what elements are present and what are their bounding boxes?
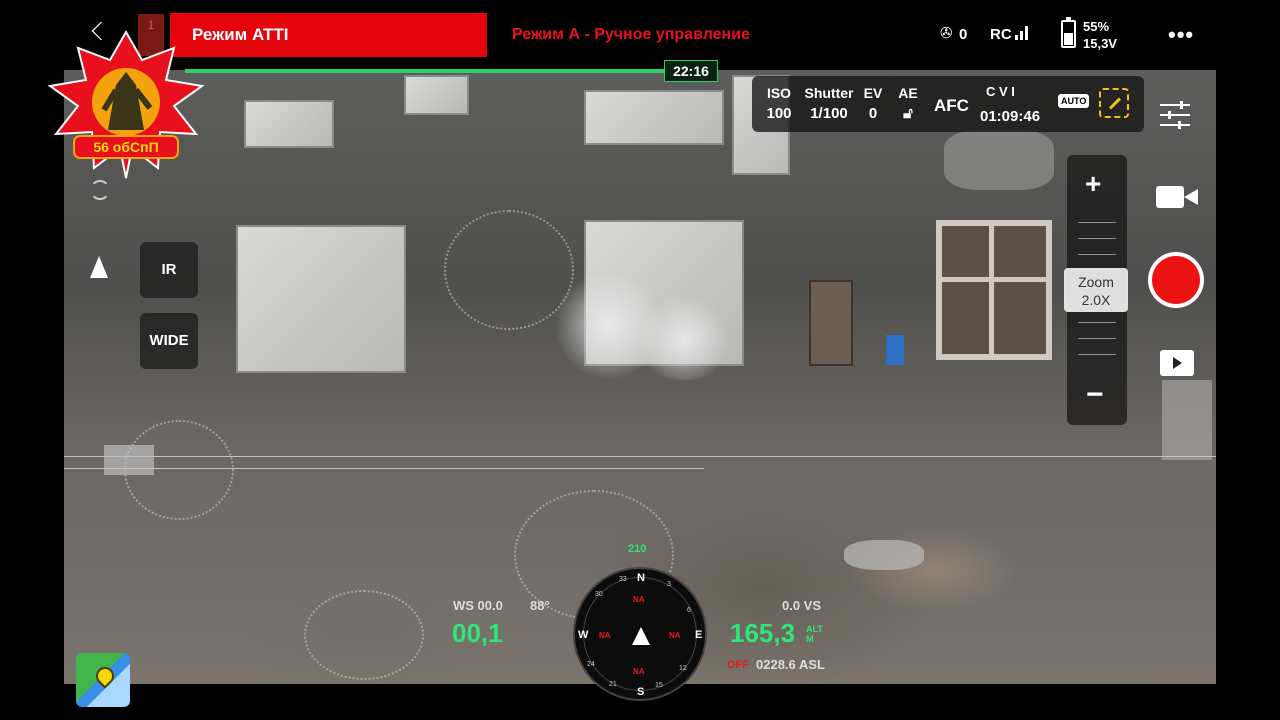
iso-setting[interactable]: ISO 100 [764, 85, 794, 122]
compass-deg-15: 15 [655, 682, 663, 689]
ir-button[interactable]: IR [140, 242, 198, 298]
debris [1162, 380, 1212, 460]
altitude: 165,3 [730, 618, 796, 648]
propeller-icon: ✇ [940, 25, 953, 42]
signal-antenna-icon [90, 180, 110, 200]
lock-icon: 🔓︎ [903, 105, 913, 122]
shutter-value: 1/100 [810, 105, 848, 122]
zoom-tick [1078, 354, 1116, 355]
shutter-setting[interactable]: Shutter 1/100 [803, 85, 855, 122]
iso-value: 100 [766, 105, 792, 122]
heading-angle: 88° [530, 598, 550, 613]
zoom-in-button[interactable]: + [1085, 168, 1101, 200]
compass-na-left: NA [599, 631, 611, 640]
house-roof [404, 75, 469, 115]
rc-signal-icon [1015, 26, 1031, 40]
compass-deg-24: 24 [587, 661, 595, 668]
compass-north: N [637, 572, 645, 584]
debris [944, 130, 1054, 190]
compass-deg-21: 21 [609, 681, 617, 688]
home-direction-icon [90, 256, 108, 278]
compass-deg-6: 6 [687, 607, 691, 614]
altitude-unit-meters: M [806, 634, 814, 644]
ae-lock[interactable]: AE 🔓︎ [896, 85, 920, 122]
zoom-label: Zoom [1078, 274, 1114, 290]
iso-label: ISO [766, 85, 792, 101]
battery-voltage: 15,3V [1083, 36, 1117, 51]
vertical-speed: 0.0 VS [782, 598, 822, 613]
battery-percent: 55% [1083, 19, 1110, 34]
ev-setting[interactable]: EV 0 [862, 85, 884, 122]
playback-icon[interactable] [1160, 350, 1194, 376]
storage-label: C V I [986, 84, 1015, 99]
unit-emblem: 56 обСпП [47, 30, 205, 179]
map-icon[interactable] [76, 653, 130, 707]
record-button[interactable] [1148, 252, 1204, 308]
zoom-tick [1078, 254, 1116, 255]
emblem-text: 56 обСпП [93, 139, 158, 155]
zoom-level[interactable]: Zoom 2.0X [1064, 268, 1128, 312]
zoom-tick [1078, 322, 1116, 323]
compass-west: W [578, 629, 589, 641]
compass-deg-12: 12 [679, 665, 687, 672]
blue-object [886, 335, 904, 365]
truck [809, 280, 853, 366]
more-icon[interactable]: ••• [1168, 22, 1194, 48]
smoke-cloud [634, 300, 734, 380]
ruined-building [936, 220, 1052, 360]
aircraft-arrow-icon [632, 627, 650, 645]
zoom-value: 2.0X [1081, 292, 1111, 308]
flight-mode-label: Режим ATTI [192, 25, 289, 44]
altitude-unit-label: ALT [806, 624, 823, 634]
compass-na-bottom: NA [633, 667, 645, 676]
ae-label: AE [898, 85, 918, 101]
flight-time: 22:16 [664, 60, 718, 82]
power-line [64, 468, 704, 469]
zoom-tick [1078, 222, 1116, 223]
debris [844, 540, 924, 570]
compass-east: E [695, 629, 703, 641]
flight-mode-description: Режим А - Ручное управление [512, 26, 750, 43]
wind-speed: WS 00.0 [453, 598, 503, 613]
house-roof [584, 90, 724, 145]
compass-na-right: NA [669, 631, 681, 640]
tree [304, 590, 424, 680]
battery-icon [1061, 17, 1076, 48]
propeller-count: 0 [959, 26, 968, 43]
house-roof [244, 100, 334, 148]
zoom-tick [1078, 238, 1116, 239]
ev-label: EV [863, 85, 883, 101]
flight-time-progress [185, 69, 685, 73]
compass-radar[interactable]: N E S W 33 30 24 21 15 12 6 3 NA NA NA N… [573, 567, 707, 701]
wide-button[interactable]: WIDE [140, 313, 198, 369]
power-line [64, 456, 1216, 457]
compass-south: S [637, 686, 645, 698]
compass-deg-30: 30 [595, 591, 603, 598]
sliders-icon[interactable] [1160, 101, 1190, 129]
altitude-unit: ALT M [806, 624, 823, 644]
zoom-tick [1078, 338, 1116, 339]
horizontal-speed: 00,1 [452, 618, 503, 648]
off-indicator: OFF [727, 659, 749, 671]
record-time: 01:09:46 [980, 108, 1041, 125]
rc-label: RC [990, 26, 1012, 43]
link-icon[interactable] [1099, 88, 1129, 118]
house-roof [236, 225, 406, 373]
gimbal-mark: 210 [628, 543, 647, 555]
ev-value: 0 [868, 105, 878, 122]
altitude-asl: 0228.6 ASL [756, 657, 825, 672]
compass-na-top: NA [633, 595, 645, 604]
debris [104, 445, 154, 475]
tree [444, 210, 574, 330]
compass-deg-33: 33 [619, 576, 627, 583]
auto-badge[interactable]: AUTO [1058, 94, 1090, 108]
video-camera-icon[interactable] [1156, 186, 1198, 208]
compass-deg-3: 3 [667, 581, 671, 588]
shutter-label: Shutter [804, 85, 854, 101]
zoom-out-button[interactable]: − [1086, 378, 1104, 412]
flight-mode-banner[interactable]: Режим ATTI [170, 13, 487, 57]
focus-mode[interactable]: AFC [934, 96, 969, 116]
